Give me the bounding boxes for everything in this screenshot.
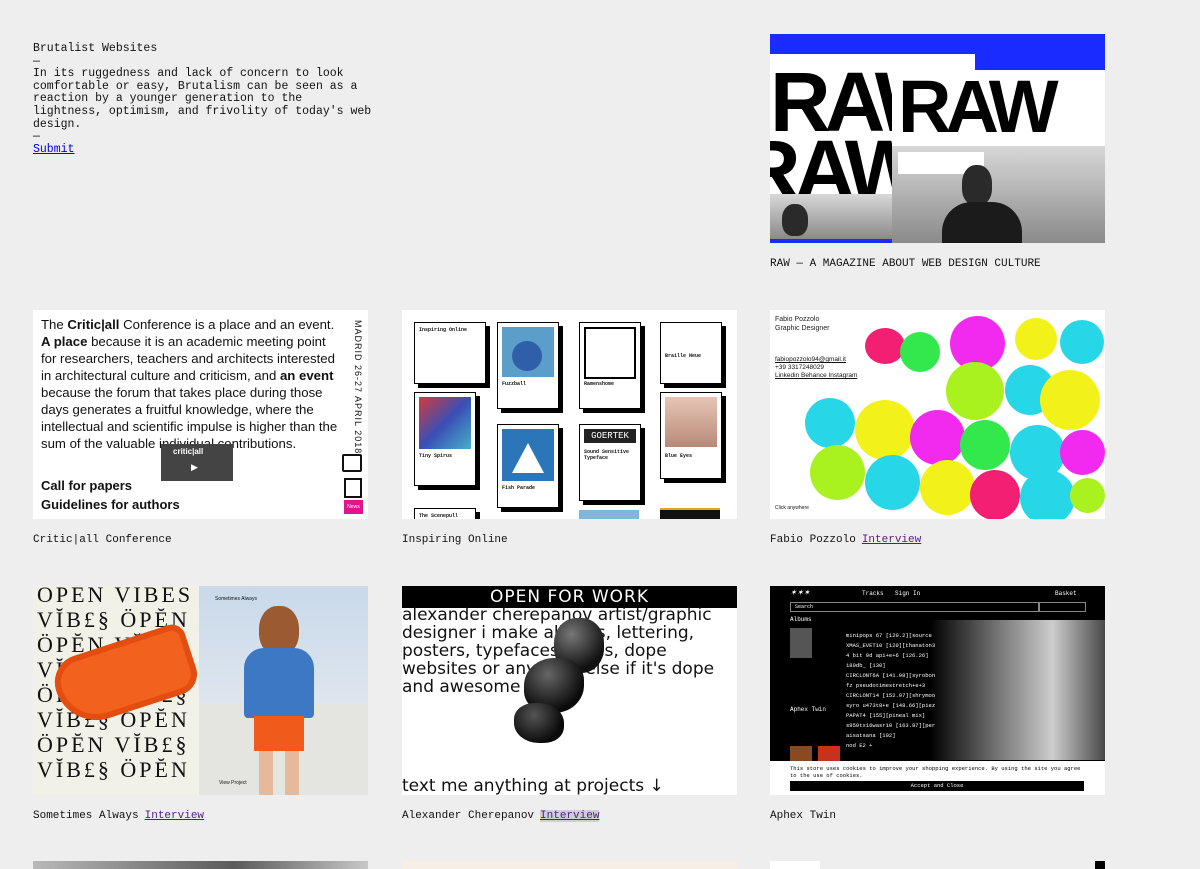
site-card-aphex-twin[interactable]: ✶✶✶ Tracks Sign In Basket Search Albums … xyxy=(770,586,1105,822)
site-thumbnail[interactable]: Inspiring Online Fuzzball Ramenshome Bra… xyxy=(402,310,737,519)
play-icon: ▶ xyxy=(191,462,198,472)
photo-overlay xyxy=(930,620,1105,760)
site-title[interactable]: RAW — A MAGAZINE ABOUT WEB DESIGN CULTUR… xyxy=(770,258,1041,270)
site-thumbnail[interactable] xyxy=(33,861,368,869)
search-input: Search xyxy=(790,602,1040,612)
site-title[interactable]: Critic|all Conference xyxy=(33,534,172,546)
document-icon xyxy=(344,478,362,498)
site-thumbnail[interactable] xyxy=(770,861,1105,869)
portrait xyxy=(962,165,992,205)
intro: Brutalist Websites — In its ruggedness a… xyxy=(33,42,373,156)
site-thumbnail[interactable]: OPEN VIBES VĬB£§ ÖPĔN ÖPĔN VĬB£§ VĬB£§ Ö… xyxy=(33,586,368,795)
call-for-papers-link: Call for papers xyxy=(41,478,133,493)
site-title: Brutalist Websites xyxy=(33,42,158,55)
print-icon xyxy=(342,454,362,472)
site-description: In its ruggedness and lack of concern to… xyxy=(33,67,372,131)
site-title[interactable]: Alexander Cherepanov xyxy=(402,810,534,822)
site-card-sometimes-always[interactable]: OPEN VIBES VĬB£§ ÖPĔN ÖPĔN VĬB£§ VĬB£§ Ö… xyxy=(33,586,368,822)
guidelines-link: Guidelines for authors xyxy=(41,497,180,512)
site-card-raw[interactable]: RAW RAW RAW RAW — A MAGAZINE ABOUT WEB D… xyxy=(770,34,1105,270)
site-thumbnail[interactable]: The Critic|all Conference is a place and… xyxy=(33,310,368,519)
divider: — xyxy=(33,130,40,144)
3d-sculpture xyxy=(514,618,624,743)
aphex-logo: ✶✶✶ xyxy=(790,589,811,598)
site-thumbnail[interactable]: Fabio Pozzolo Graphic Designer fabiopozz… xyxy=(770,310,1105,519)
site-thumbnail[interactable]: RAW RAW RAW xyxy=(770,34,1105,243)
site-thumbnail[interactable]: ✶✶✶ Tracks Sign In Basket Search Albums … xyxy=(770,586,1105,795)
site-card-alexander-cherepanov[interactable]: OPEN FOR WORK alexander cherepanov artis… xyxy=(402,586,737,822)
portrait xyxy=(782,204,808,236)
submit-link[interactable]: Submit xyxy=(33,143,74,156)
cookie-banner: This store uses cookies to improve your … xyxy=(770,761,1105,795)
site-title[interactable]: Aphex Twin xyxy=(770,810,836,822)
site-title[interactable]: Sometimes Always xyxy=(33,810,139,822)
interview-link[interactable]: Interview xyxy=(540,810,600,822)
site-thumbnail[interactable]: OPEN FOR WORK alexander cherepanov artis… xyxy=(402,586,737,795)
site-title[interactable]: Inspiring Online xyxy=(402,534,508,546)
site-title[interactable]: Fabio Pozzolo xyxy=(770,534,856,546)
accept-cookies-button: Accept and Close xyxy=(790,781,1084,791)
interview-link[interactable]: Interview xyxy=(145,810,204,822)
site-card-fabio-pozzolo[interactable]: Fabio Pozzolo Graphic Designer fabiopozz… xyxy=(770,310,1105,546)
site-thumbnail[interactable] xyxy=(402,861,737,869)
video-thumbnail: critic|all ▶ xyxy=(161,444,233,481)
news-button: News xyxy=(344,500,363,514)
site-card-inspiring-online[interactable]: Inspiring Online Fuzzball Ramenshome Bra… xyxy=(402,310,737,546)
interview-link[interactable]: Interview xyxy=(862,534,921,546)
site-card-criticall[interactable]: The Critic|all Conference is a place and… xyxy=(33,310,368,546)
raw-logo: RAW xyxy=(898,70,1059,148)
